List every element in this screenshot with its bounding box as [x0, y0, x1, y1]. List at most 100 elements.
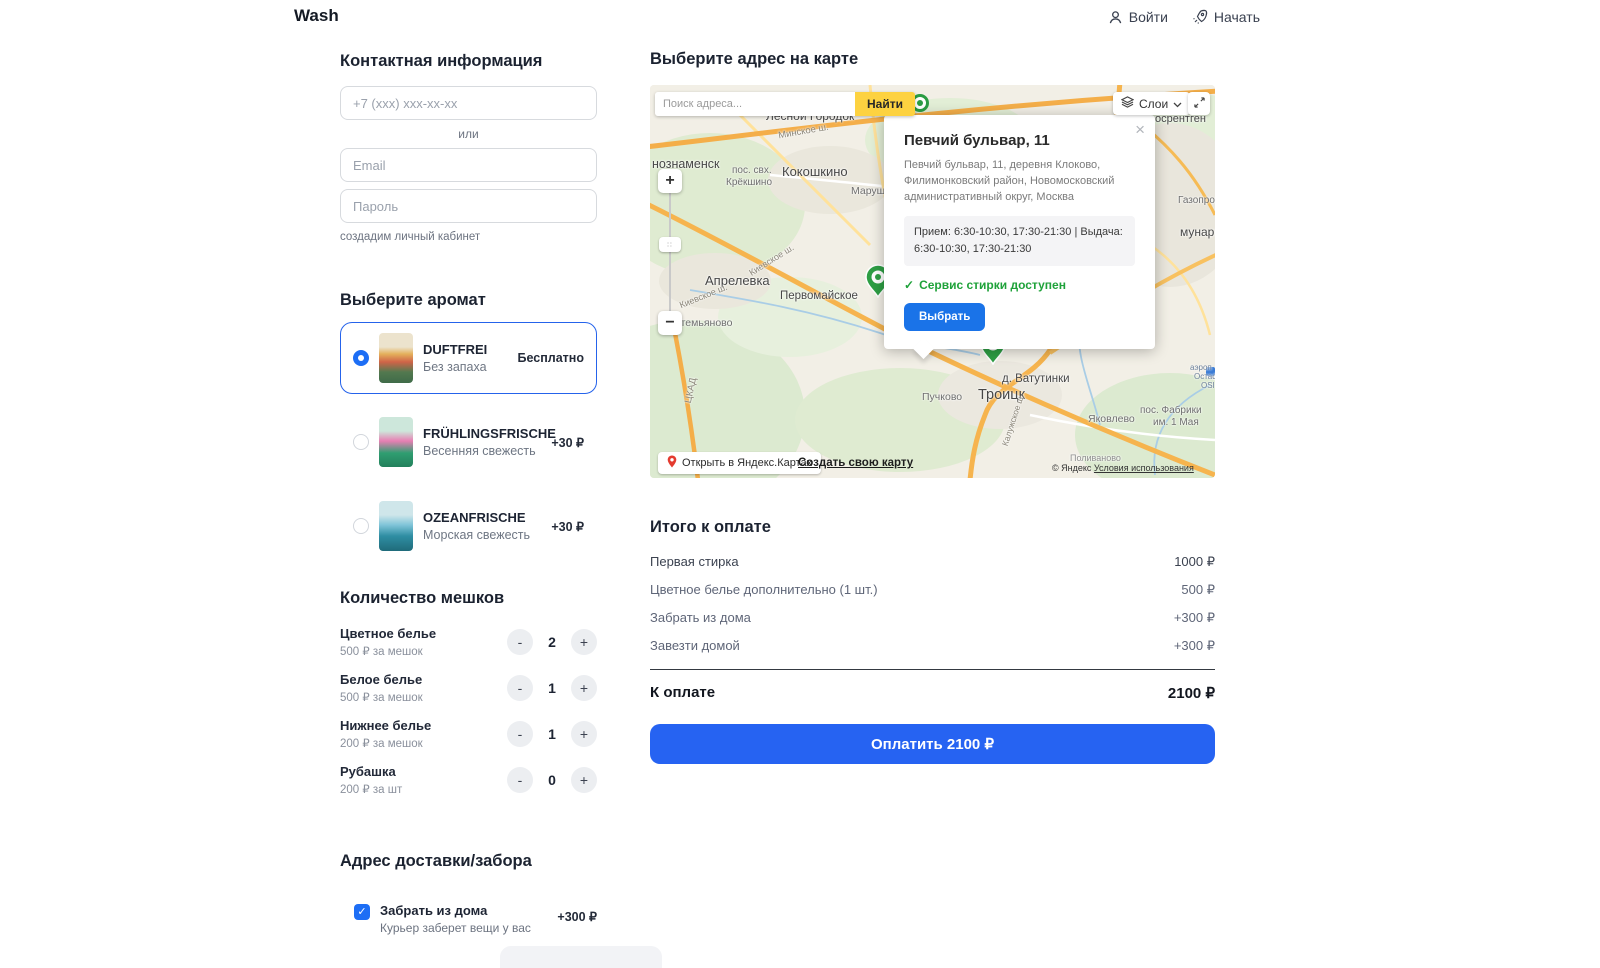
aroma-name: OZEANFRISCHE: [423, 510, 541, 525]
plus-button[interactable]: +: [571, 721, 597, 747]
quantity-value: 1: [533, 726, 571, 742]
brand-logo[interactable]: Wash: [294, 6, 339, 26]
map-pin-icon: [667, 455, 677, 471]
aroma-name: FRÜHLINGSFRISCHE: [423, 426, 541, 441]
map-label: Первомайское: [780, 290, 858, 302]
summary-section: Итого к оплате Первая стирка 1000 ₽ Цвет…: [650, 518, 1215, 764]
balloon-address: Певчий бульвар, 11, деревня Клоково, Фил…: [904, 158, 1135, 206]
summary-row: Забрать из дома +300 ₽: [650, 610, 1215, 626]
start-label: Начать: [1214, 9, 1260, 25]
zoom-slider-handle[interactable]: ∷: [659, 237, 681, 252]
option-name: Забрать из дома: [380, 903, 547, 918]
aroma-price: +30 ₽: [551, 519, 584, 534]
select-address-button[interactable]: Выбрать: [904, 303, 985, 331]
bag-row-white: Белое белье 500 ₽ за мешок - 1 +: [340, 672, 597, 704]
pickup-option[interactable]: ✓ Забрать из дома Курьер заберет вещи у …: [340, 903, 597, 935]
bag-row-colored: Цветное белье 500 ₽ за мешок - 2 +: [340, 626, 597, 658]
open-in-yandex-label: Открыть в Яндекс.Картах: [682, 457, 812, 469]
layers-control[interactable]: Слои: [1113, 92, 1190, 115]
zoom-slider-track[interactable]: [669, 193, 671, 313]
map-copyright: © Яндекс Условия использования: [1052, 463, 1194, 473]
bag-name: Белое белье: [340, 672, 423, 687]
quantity-value: 0: [533, 772, 571, 788]
map-label: Поливаново: [1070, 453, 1121, 463]
product-image: [379, 333, 413, 383]
product-image: [379, 417, 413, 467]
aroma-option-fruehlingsfrische[interactable]: FRÜHLINGSFRISCHE Весенняя свежесть +30 ₽: [340, 406, 597, 478]
aroma-title: Выберите аромат: [340, 291, 597, 310]
row-label: Забрать из дома: [650, 610, 751, 626]
summary-divider: [650, 669, 1215, 670]
expand-icon: [1194, 95, 1205, 113]
option-desc: Курьер заберет вещи у вас: [380, 921, 547, 935]
bag-name: Нижнее белье: [340, 718, 431, 733]
map-label: Остаф: [1194, 372, 1215, 381]
minus-button[interactable]: -: [507, 675, 533, 701]
map-label: пос. свх.: [732, 165, 772, 176]
plus-button[interactable]: +: [571, 675, 597, 701]
summary-row: Первая стирка 1000 ₽: [650, 554, 1215, 570]
plus-button[interactable]: +: [571, 767, 597, 793]
summary-title: Итого к оплате: [650, 518, 1215, 537]
email-input[interactable]: [340, 148, 597, 182]
minus-button[interactable]: -: [507, 629, 533, 655]
cutoff-element: [500, 946, 662, 968]
terms-link[interactable]: Условия использования: [1094, 463, 1194, 473]
map-label: Яковлево: [1088, 413, 1135, 425]
radio-icon[interactable]: [353, 434, 369, 450]
map-label: Кокошкино: [782, 164, 848, 179]
aroma-name: DUFTFREI: [423, 342, 508, 357]
radio-selected-icon[interactable]: [353, 350, 369, 366]
row-value: +300 ₽: [1174, 610, 1215, 626]
start-link[interactable]: Начать: [1192, 9, 1260, 25]
quantity-stepper: - 1 +: [507, 721, 597, 747]
map-balloon: × Певчий бульвар, 11 Певчий бульвар, 11,…: [884, 115, 1155, 349]
summary-row: Завезти домой +300 ₽: [650, 638, 1215, 654]
open-in-yandex-link[interactable]: Открыть в Яндекс.Картах: [658, 452, 821, 474]
map-label: ртемьяново: [675, 317, 732, 329]
bag-row-shirt: Рубашка 200 ₽ за шт - 0 +: [340, 764, 597, 796]
bag-price: 200 ₽ за мешок: [340, 736, 431, 750]
bag-name: Рубашка: [340, 764, 402, 779]
map-canvas[interactable]: Лесной ГородокМинское ш.нознаменскпос. с…: [650, 85, 1215, 478]
row-label: Цветное белье дополнительно (1 шт.): [650, 582, 878, 598]
total-row: К оплате 2100 ₽: [650, 684, 1215, 702]
contact-title: Контактная информация: [340, 52, 597, 71]
create-map-link[interactable]: Создать свою карту: [798, 457, 913, 469]
map-label: Крёкшино: [726, 177, 772, 188]
phone-input[interactable]: [340, 86, 597, 120]
balloon-schedule: Прием: 6:30-10:30, 17:30-21:30 | Выдача:…: [904, 216, 1135, 266]
password-input[interactable]: [340, 189, 597, 223]
user-icon: [1108, 10, 1123, 25]
pay-button[interactable]: Оплатить 2100 ₽: [650, 724, 1215, 764]
find-button[interactable]: Найти: [855, 92, 915, 116]
bag-price: 200 ₽ за шт: [340, 782, 402, 796]
zoom-in-button[interactable]: +: [658, 169, 682, 193]
aroma-desc: Весенняя свежесть: [423, 444, 541, 458]
minus-button[interactable]: -: [507, 721, 533, 747]
chevron-down-icon: [1173, 97, 1182, 111]
map-search-bar: Найти: [655, 92, 915, 116]
quantity-stepper: - 0 +: [507, 767, 597, 793]
fullscreen-button[interactable]: [1188, 92, 1210, 115]
row-value: 500 ₽: [1181, 582, 1215, 598]
close-icon[interactable]: ×: [1135, 121, 1145, 138]
aroma-option-duftfrei[interactable]: DUFTFREI Без запаха Бесплатно: [340, 322, 597, 394]
row-value: +300 ₽: [1174, 638, 1215, 654]
aroma-option-ozeanfrische[interactable]: OZEANFRISCHE Морская свежесть +30 ₽: [340, 490, 597, 562]
map-label: пос. Фабрики: [1140, 405, 1202, 416]
total-value: 2100 ₽: [1168, 684, 1215, 702]
bags-section: Количество мешков Цветное белье 500 ₽ за…: [340, 589, 597, 796]
zoom-out-button[interactable]: −: [658, 311, 682, 335]
plus-button[interactable]: +: [571, 629, 597, 655]
quantity-value: 1: [533, 680, 571, 696]
map-label: аэроп: [1190, 363, 1212, 372]
aroma-price: Бесплатно: [518, 351, 584, 365]
aroma-desc: Без запаха: [423, 360, 508, 374]
login-label: Войти: [1129, 9, 1168, 25]
login-link[interactable]: Войти: [1108, 9, 1168, 25]
radio-icon[interactable]: [353, 518, 369, 534]
address-search-input[interactable]: [655, 92, 855, 116]
checkbox-checked-icon[interactable]: ✓: [354, 904, 370, 920]
minus-button[interactable]: -: [507, 767, 533, 793]
